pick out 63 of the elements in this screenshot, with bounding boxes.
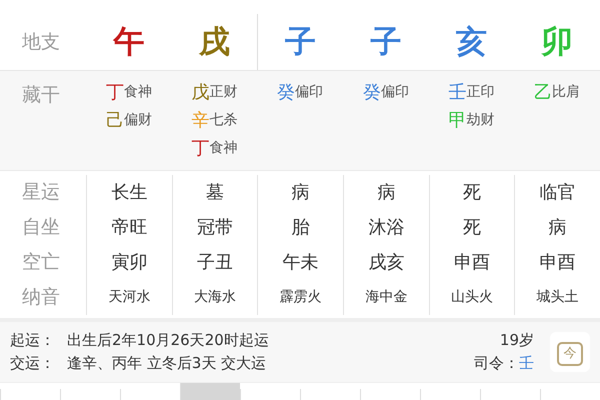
today-button[interactable]: 今 — [550, 332, 590, 372]
table-cell: 寅卯 — [86, 245, 172, 280]
row-label: 地支 — [21, 30, 61, 55]
ten-god-label: 劫财 — [466, 111, 494, 130]
ten-god-label: 七杀 — [209, 111, 238, 130]
table-cell: 临官 — [514, 175, 600, 210]
table-cell: 戌亥 — [342, 245, 429, 280]
stem-character: 癸 — [277, 81, 296, 105]
ten-god-label: 偏印 — [295, 83, 324, 102]
branch-character: 戌 — [198, 22, 230, 62]
table-cell: 长生 — [86, 175, 172, 210]
stem-character: 己 — [106, 109, 124, 133]
commander-stem: 壬 — [519, 354, 534, 372]
ten-god-label: 食神 — [124, 83, 152, 102]
ten-god-label: 偏财 — [124, 111, 152, 130]
table-cell: 山头火 — [428, 280, 514, 315]
table-cell: 城头土 — [514, 280, 600, 315]
table-cell: 子丑 — [172, 245, 258, 280]
branch-character: 亥 — [456, 22, 487, 62]
stem-character: 壬 — [448, 81, 466, 105]
stem-character: 甲 — [448, 109, 466, 133]
stem-character: 丁 — [106, 81, 124, 105]
ten-god-label: 正印 — [466, 83, 494, 102]
row-label: 星运 — [21, 180, 61, 206]
branch-character: 卯 — [542, 22, 573, 62]
commander-label: 司令： — [474, 354, 519, 372]
stem-character: 丁 — [191, 137, 210, 161]
row-label: 自坐 — [21, 215, 61, 240]
ten-god-label: 比肩 — [552, 83, 580, 102]
table-cell: 海中金 — [342, 280, 429, 315]
table-cell: 死 — [428, 175, 514, 210]
row-label: 空亡 — [21, 250, 61, 276]
row-label: 纳音 — [21, 285, 61, 310]
table-cell: 墓 — [172, 175, 258, 210]
table-cell: 病 — [257, 175, 343, 210]
table-cell: 霹雳火 — [257, 280, 343, 315]
table-cell: 病 — [342, 175, 429, 210]
table-cell: 天河水 — [86, 280, 172, 315]
branch-character: 午 — [113, 22, 144, 62]
row-label: 藏干 — [21, 83, 61, 108]
branch-character: 子 — [285, 22, 316, 62]
table-cell: 午未 — [257, 245, 343, 280]
ten-god-label: 偏印 — [380, 83, 409, 102]
tab[interactable] — [180, 383, 240, 400]
stem-character: 乙 — [534, 81, 552, 105]
table-cell: 大海水 — [172, 280, 258, 315]
age-text: 19岁 — [498, 330, 534, 351]
table-cell: 申酉 — [514, 245, 600, 280]
table-cell: 病 — [514, 210, 600, 245]
table-cell: 胎 — [257, 210, 343, 245]
stem-character: 癸 — [362, 81, 381, 105]
table-cell: 申酉 — [428, 245, 514, 280]
table-cell: 帝旺 — [86, 210, 172, 245]
branch-character: 子 — [370, 22, 402, 62]
luck-info-text: 交运： 逢辛、丙年 立冬后3天 交大运 — [10, 353, 268, 374]
ten-god-label: 正财 — [209, 83, 238, 102]
table-cell: 冠带 — [172, 210, 258, 245]
table-cell: 死 — [428, 210, 514, 245]
stem-character: 戊 — [191, 81, 210, 105]
table-cell: 沐浴 — [342, 210, 429, 245]
luck-info-text: 起运： 出生后2年10月26天20时起运 — [10, 330, 270, 351]
stem-character: 辛 — [191, 109, 210, 133]
ten-god-label: 食神 — [209, 139, 238, 158]
